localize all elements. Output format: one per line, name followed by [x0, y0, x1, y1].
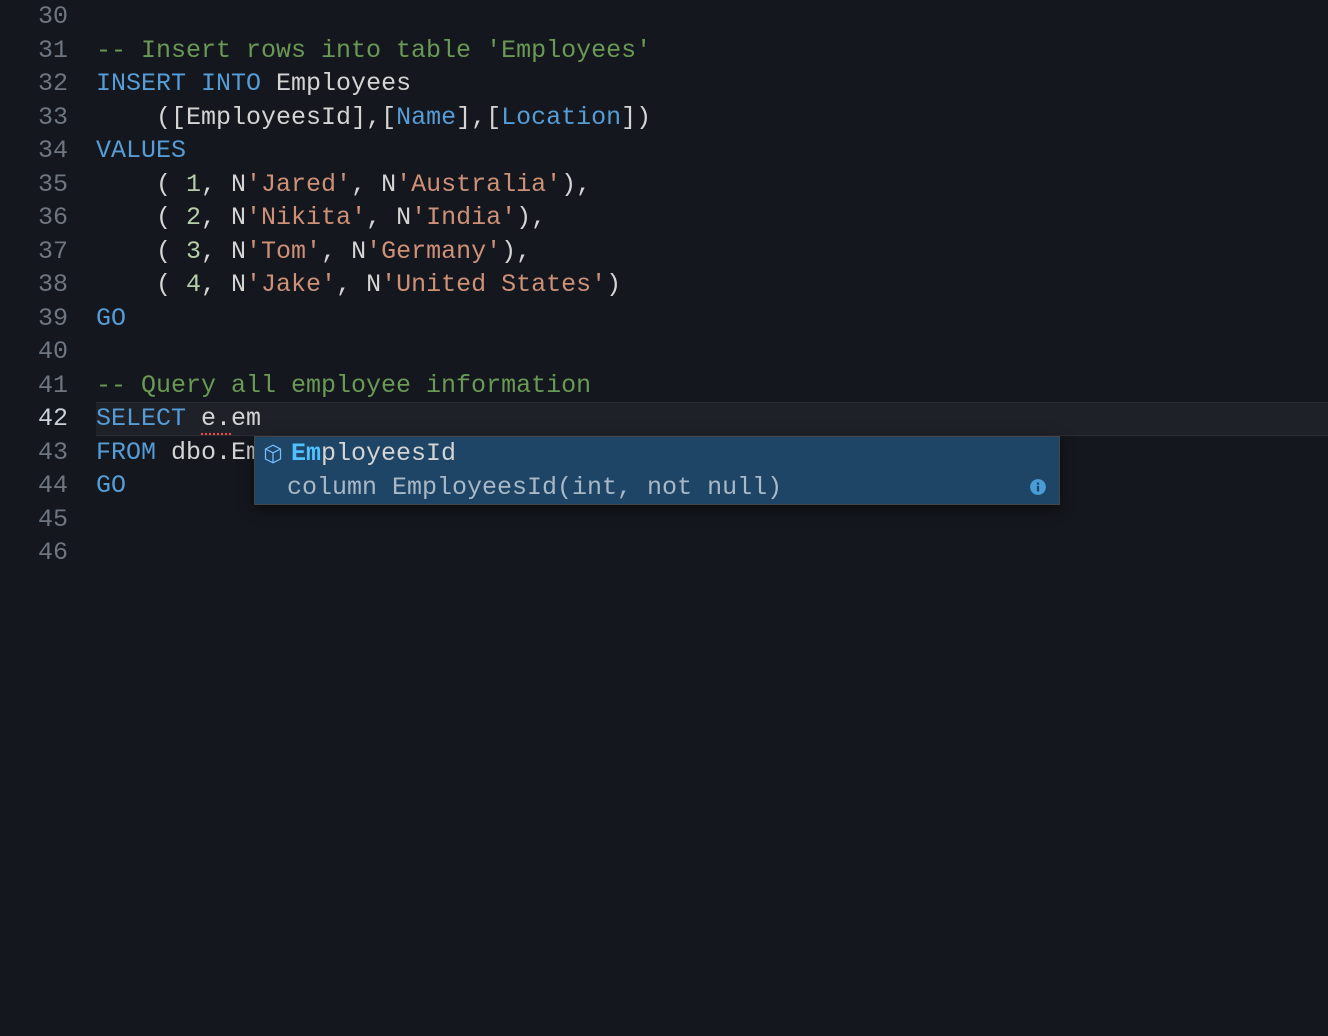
code-line[interactable] — [96, 0, 1328, 34]
keyword-into: INTO — [201, 69, 261, 98]
string-literal: 'Australia' — [396, 170, 561, 199]
number-literal: 3 — [186, 237, 201, 266]
string-literal: 'Nikita' — [246, 203, 366, 232]
line-number: 32 — [0, 67, 68, 101]
code-line[interactable] — [96, 503, 1328, 537]
completion-label: EmployeesId — [291, 439, 456, 468]
code-line[interactable]: ( 3, N'Tom', N'Germany'), — [96, 235, 1328, 269]
line-number: 34 — [0, 134, 68, 168]
string-literal: 'Jake' — [246, 270, 336, 299]
intellisense-detail: column EmployeesId(int, not null) — [255, 471, 1059, 505]
number-literal: 1 — [186, 170, 201, 199]
number-literal: 2 — [186, 203, 201, 232]
string-literal: 'Germany' — [366, 237, 501, 266]
intellisense-popup[interactable]: EmployeesId column EmployeesId(int, not … — [254, 436, 1060, 505]
code-line[interactable]: -- Query all employee information — [96, 369, 1328, 403]
keyword-values: VALUES — [96, 136, 186, 165]
line-number: 40 — [0, 335, 68, 369]
line-number: 36 — [0, 201, 68, 235]
line-number: 31 — [0, 34, 68, 68]
code-line[interactable]: ( 4, N'Jake', N'United States') — [96, 268, 1328, 302]
line-gutter: 30 31 32 33 34 35 36 37 38 39 40 41 42 4… — [0, 0, 96, 1036]
string-literal: 'Jared' — [246, 170, 351, 199]
line-number: 39 — [0, 302, 68, 336]
line-number: 46 — [0, 536, 68, 570]
table-name: Employees — [261, 69, 411, 98]
code-line[interactable]: INSERT INTO Employees — [96, 67, 1328, 101]
code-line[interactable]: -- Insert rows into table 'Employees' — [96, 34, 1328, 68]
line-number: 41 — [0, 369, 68, 403]
keyword-from: FROM — [96, 438, 156, 467]
line-number: 44 — [0, 469, 68, 503]
field-icon — [263, 444, 283, 464]
comment: -- Insert rows into table 'Employees' — [96, 36, 651, 65]
number-literal: 4 — [186, 270, 201, 299]
error-squiggle: e. — [201, 404, 231, 435]
info-icon[interactable] — [1029, 478, 1047, 496]
intellisense-item[interactable]: EmployeesId — [255, 437, 1059, 471]
code-line-active[interactable]: SELECT e.em — [96, 402, 1328, 436]
line-number: 45 — [0, 503, 68, 537]
keyword-select: SELECT — [96, 404, 186, 433]
code-line[interactable]: ([EmployeesId],[Name],[Location]) — [96, 101, 1328, 135]
line-number: 35 — [0, 168, 68, 202]
code-line[interactable] — [96, 536, 1328, 570]
code-content[interactable]: -- Insert rows into table 'Employees' IN… — [96, 0, 1328, 1036]
code-editor[interactable]: 30 31 32 33 34 35 36 37 38 39 40 41 42 4… — [0, 0, 1328, 1036]
keyword-insert: INSERT — [96, 69, 186, 98]
completion-description: column EmployeesId(int, not null) — [287, 473, 782, 502]
code-line[interactable]: GO — [96, 302, 1328, 336]
code-line[interactable] — [96, 335, 1328, 369]
line-number: 33 — [0, 101, 68, 135]
string-literal: 'Tom' — [246, 237, 321, 266]
string-literal: 'India' — [411, 203, 516, 232]
keyword-go: GO — [96, 304, 126, 333]
code-line[interactable]: ( 2, N'Nikita', N'India'), — [96, 201, 1328, 235]
code-line[interactable]: ( 1, N'Jared', N'Australia'), — [96, 168, 1328, 202]
comment: -- Query all employee information — [96, 371, 591, 400]
column-name: Name — [396, 103, 456, 132]
code-line[interactable]: VALUES — [96, 134, 1328, 168]
string-literal: 'United States' — [381, 270, 606, 299]
line-number: 37 — [0, 235, 68, 269]
keyword-go: GO — [96, 471, 126, 500]
column-name: Location — [501, 103, 621, 132]
line-number: 38 — [0, 268, 68, 302]
line-number: 43 — [0, 436, 68, 470]
line-number: 30 — [0, 0, 68, 34]
line-number-active: 42 — [0, 402, 68, 436]
